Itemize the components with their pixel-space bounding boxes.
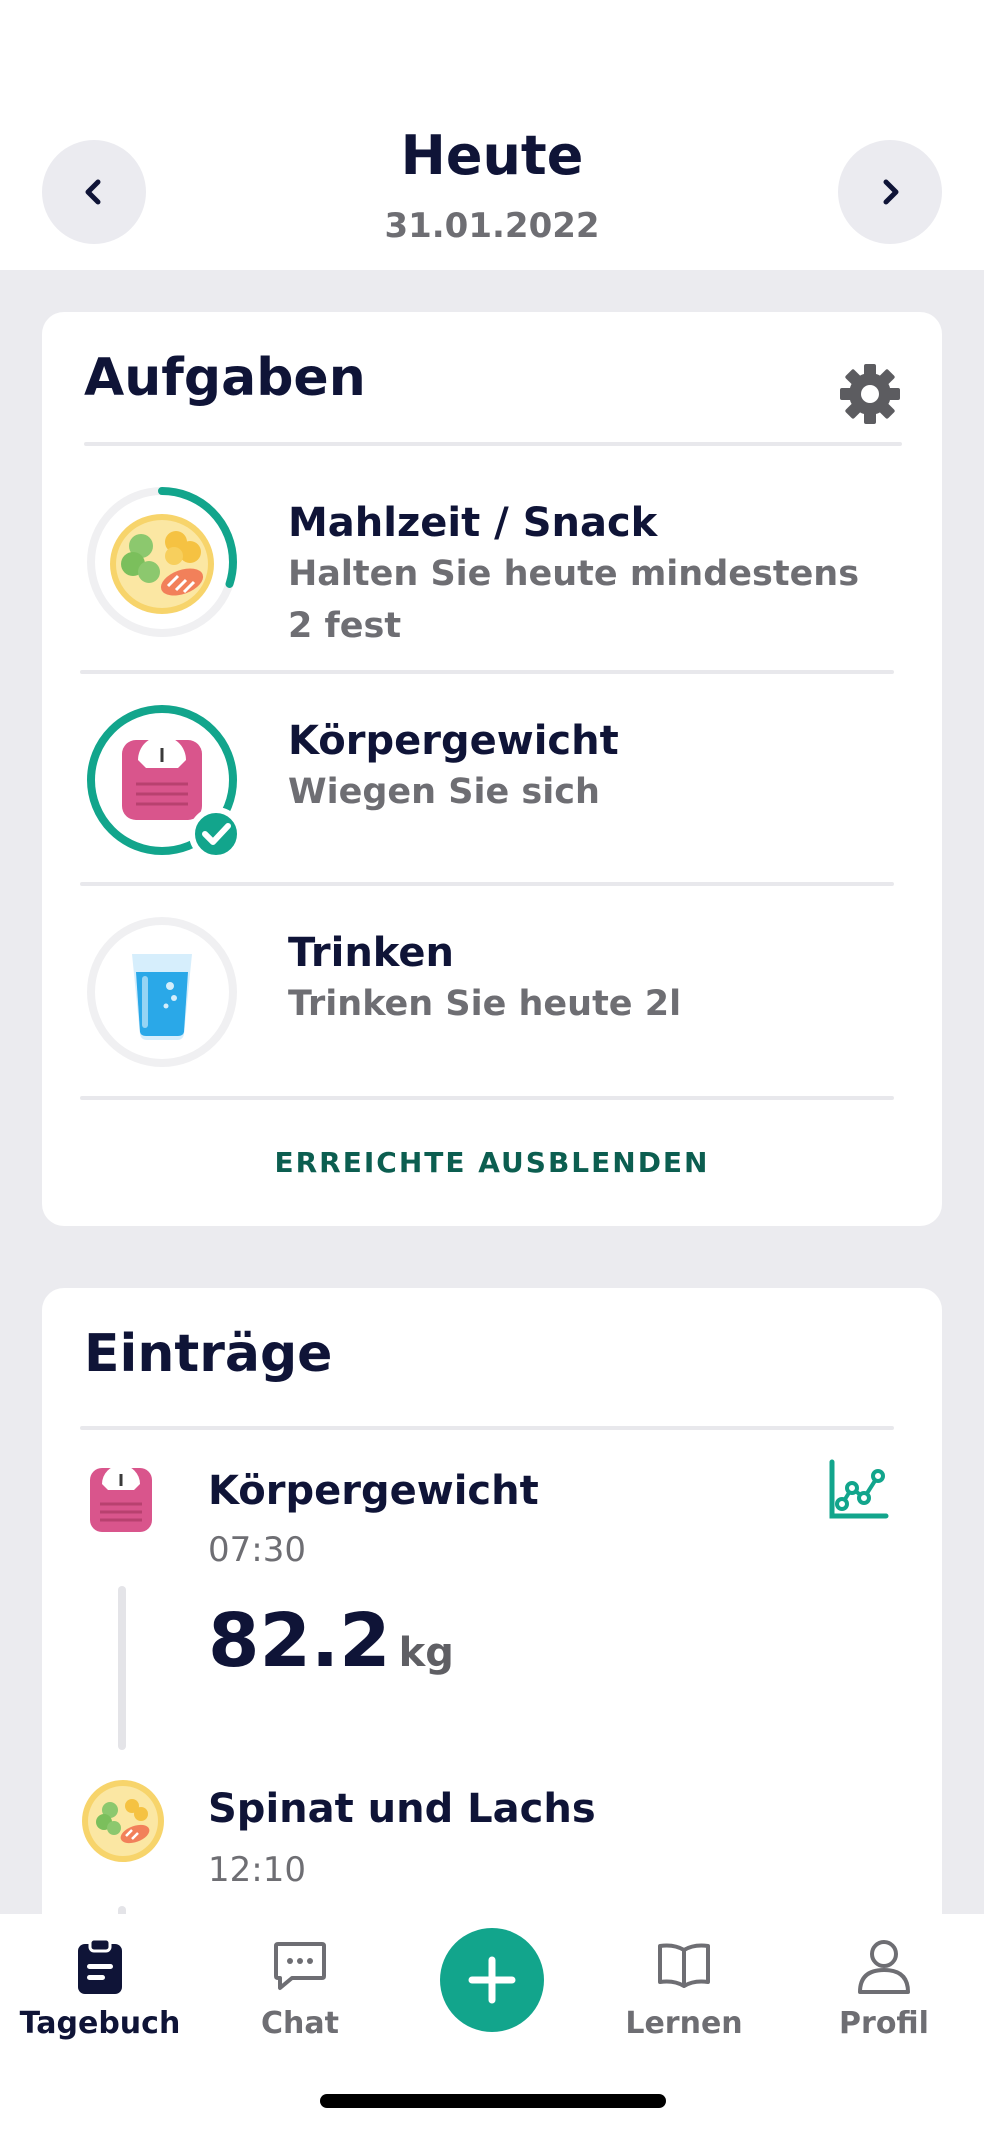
- tab-label: Profil: [839, 2006, 929, 2041]
- tab-profile[interactable]: Profil: [784, 1914, 984, 2054]
- page-title: Heute: [400, 124, 584, 187]
- clipboard-icon: [78, 1937, 122, 1994]
- gear-icon[interactable]: [838, 362, 902, 426]
- task-drink[interactable]: Trinken Trinken Sie heute 2l: [42, 916, 942, 1076]
- task-title: Trinken: [288, 930, 454, 976]
- tab-label: Chat: [261, 2006, 339, 2041]
- tasks-card: Aufgaben Mahlzeit / Snack Halten Sie heu…: [42, 312, 942, 1226]
- task-title: Körpergewicht: [288, 718, 619, 764]
- water-glass-icon: [87, 917, 237, 1067]
- tab-diary[interactable]: Tagebuch: [0, 1914, 200, 2054]
- divider: [80, 670, 894, 674]
- weight-number: 82.2: [208, 1598, 391, 1684]
- chevron-right-icon: [883, 179, 899, 205]
- entry-time: 07:30: [208, 1530, 306, 1570]
- weight-unit: kg: [398, 1630, 454, 1676]
- plus-icon: [468, 1956, 516, 2004]
- tab-label: Tagebuch: [19, 2006, 181, 2041]
- scale-icon: [87, 705, 238, 856]
- meal-plate-icon: [87, 487, 237, 637]
- tab-learn[interactable]: Lernen: [584, 1914, 784, 2054]
- chat-icon: [274, 1942, 326, 1990]
- divider: [80, 882, 894, 886]
- task-subtitle: Trinken Sie heute 2l: [288, 984, 682, 1024]
- task-subtitle: Halten Sie heute mindestens 2 fest: [288, 554, 860, 646]
- scale-icon: [90, 1466, 152, 1532]
- task-weight[interactable]: Körpergewicht Wiegen Sie sich: [42, 704, 942, 864]
- divider: [84, 442, 902, 446]
- book-icon: [658, 1943, 710, 1988]
- next-day-button[interactable]: [838, 140, 942, 244]
- tasks-title: Aufgaben: [84, 348, 366, 408]
- task-title: Mahlzeit / Snack: [288, 500, 658, 546]
- entry-title: Spinat und Lachs: [208, 1786, 596, 1832]
- add-entry-button[interactable]: [440, 1928, 544, 2032]
- home-indicator: [320, 2094, 666, 2108]
- entry-time: 12:10: [208, 1850, 306, 1890]
- check-badge: [189, 807, 238, 856]
- task-subtitle: Wiegen Sie sich: [288, 772, 600, 812]
- day-header: Heute 31.01.2022: [0, 0, 984, 270]
- hide-completed-link[interactable]: ERREICHTE AUSBLENDEN: [42, 1146, 942, 1179]
- entries-title: Einträge: [84, 1324, 333, 1384]
- task-meal[interactable]: Mahlzeit / Snack Halten Sie heute mindes…: [42, 486, 942, 646]
- entry-title: Körpergewicht: [208, 1468, 539, 1514]
- line-chart-icon[interactable]: [828, 1458, 890, 1520]
- current-date: 31.01.2022: [384, 206, 600, 246]
- tab-label: Lernen: [625, 2006, 743, 2041]
- divider: [80, 1426, 894, 1430]
- entries-card: Einträge Körpergewicht 07:30 82.2 kg Spin…: [42, 1288, 942, 1988]
- timeline-line: [118, 1586, 126, 1750]
- person-icon: [858, 1940, 910, 1994]
- weight-value: 82.2 kg: [208, 1598, 454, 1684]
- meal-plate-icon: [82, 1780, 164, 1862]
- tab-chat[interactable]: Chat: [200, 1914, 400, 2054]
- divider: [80, 1096, 894, 1100]
